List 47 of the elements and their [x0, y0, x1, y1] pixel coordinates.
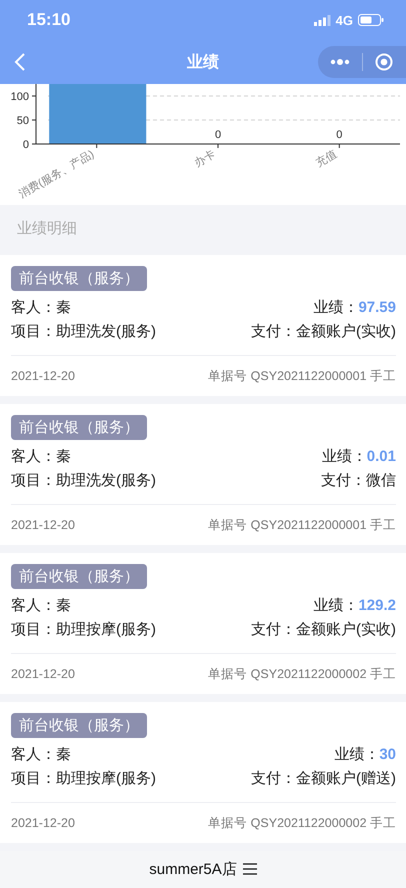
- performance-text: 业绩：0.01: [322, 446, 396, 466]
- store-name[interactable]: summer5A店: [149, 860, 237, 878]
- axis-tick-label: 0: [22, 139, 29, 151]
- record-date: 2021-12-20: [11, 667, 75, 681]
- category-label: 充值: [314, 148, 339, 170]
- payment-text: 支付：金额账户(赠送): [251, 768, 396, 788]
- category-label: 办卡: [192, 148, 218, 170]
- type-tag: 前台收银（服务）: [11, 266, 147, 291]
- document-number: 单据号 QSY2021122000002 手工: [208, 814, 396, 832]
- axis-tick-label: 100: [10, 91, 29, 103]
- item-text: 项目：助理按摩(服务): [11, 620, 156, 638]
- back-icon[interactable]: [14, 52, 26, 72]
- document-number: 单据号 QSY2021122000001 手工: [208, 516, 396, 534]
- record-date: 2021-12-20: [11, 816, 75, 830]
- document-number: 单据号 QSY2021122000002 手工: [208, 666, 396, 682]
- record-date: 2021-12-20: [11, 518, 75, 532]
- guest-text: 客人：秦: [11, 446, 71, 466]
- guest-text: 客人：秦: [11, 596, 71, 614]
- signal-icon: [314, 14, 331, 26]
- more-icon[interactable]: [330, 59, 350, 65]
- close-icon[interactable]: [375, 53, 394, 71]
- payment-text: 支付：金额账户(实收): [251, 620, 396, 638]
- payment-text: 支付：微信: [321, 470, 396, 490]
- type-tag: 前台收银（服务）: [11, 713, 147, 738]
- item-text: 项目：助理按摩(服务): [11, 768, 156, 788]
- document-number: 单据号 QSY2021122000001 手工: [208, 368, 396, 384]
- payment-text: 支付：金额账户(实收): [251, 322, 396, 340]
- page-title: 业绩: [186, 52, 220, 72]
- network-label: 4G: [336, 12, 353, 28]
- item-text: 项目：助理洗发(服务): [11, 470, 156, 490]
- battery-icon: [358, 14, 384, 26]
- category-label: 消费(服务、产品): [17, 148, 96, 201]
- guest-text: 客人：秦: [11, 298, 71, 316]
- axis-tick-label: 50: [16, 115, 29, 127]
- menu-icon[interactable]: [242, 863, 257, 875]
- record-date: 2021-12-20: [11, 369, 75, 383]
- performance-text: 业绩：129.2: [313, 596, 396, 614]
- bar-value-label: 0: [336, 129, 342, 141]
- performance-text: 业绩：30: [334, 744, 396, 764]
- section-title: 业绩明细: [17, 218, 77, 238]
- status-time: 15:10: [27, 10, 70, 30]
- item-text: 项目：助理洗发(服务): [11, 322, 156, 340]
- type-tag: 前台收银（服务）: [11, 564, 147, 589]
- performance-text: 业绩：97.59: [313, 298, 396, 316]
- guest-text: 客人：秦: [11, 744, 71, 764]
- type-tag: 前台收银（服务）: [11, 415, 147, 440]
- bar-value-label: 0: [214, 129, 222, 141]
